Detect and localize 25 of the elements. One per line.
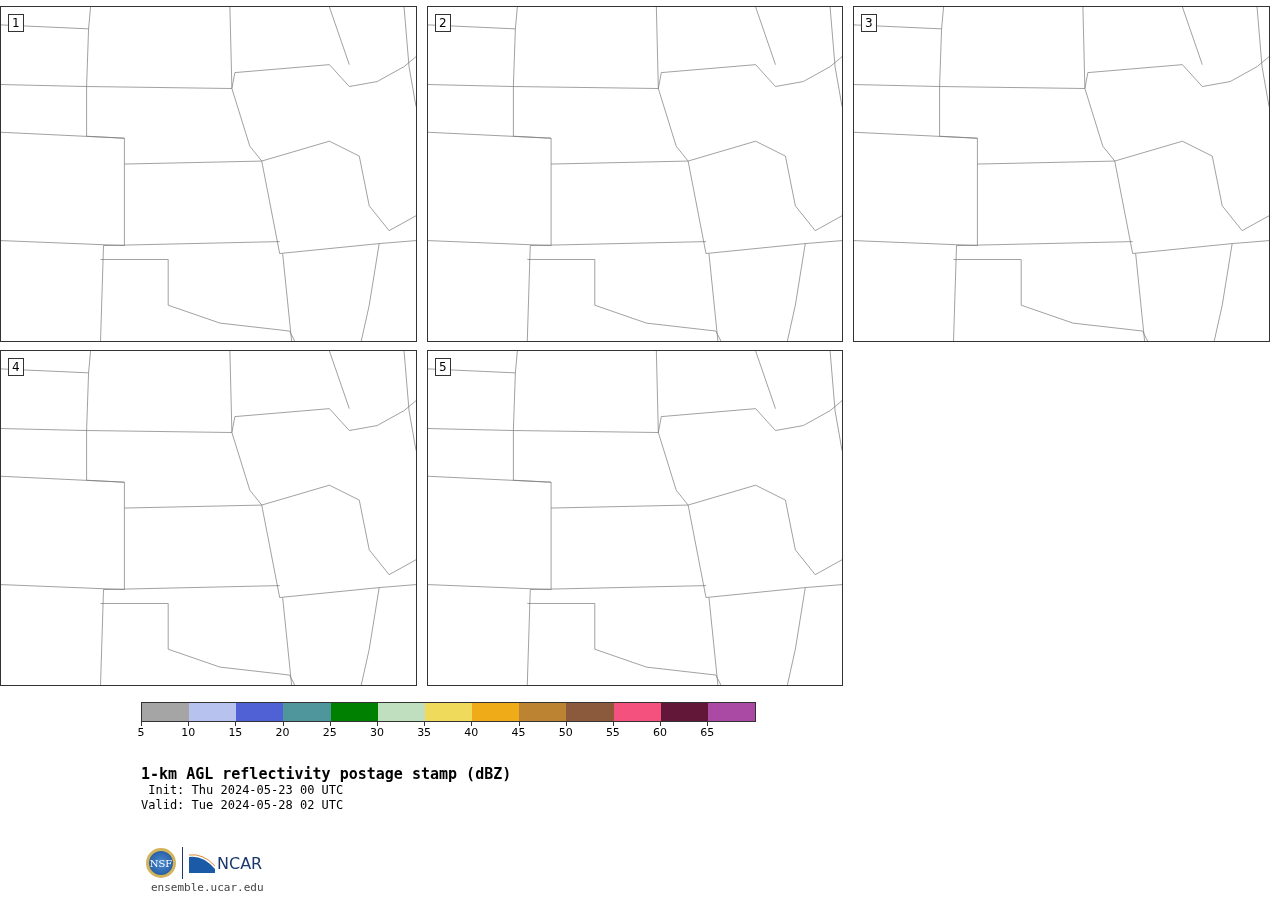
tick-label: 30 (369, 726, 384, 739)
swoosh-icon (189, 853, 215, 873)
nsf-logo: NSF (146, 848, 176, 878)
tick-label: 65 (700, 726, 715, 739)
init-time: Init: Thu 2024-05-23 00 UTC (147, 783, 345, 798)
panel-number: 4 (8, 358, 24, 376)
panel-number: 1 (8, 14, 24, 32)
tick-label: 60 (653, 726, 668, 739)
tick-label: 5 (137, 726, 145, 739)
tick-label: 15 (228, 726, 243, 739)
website-text: ensemble.ucar.edu (151, 881, 265, 894)
panel-number: 2 (435, 14, 451, 32)
tick-label: 45 (511, 726, 526, 739)
ncar-logo: NCAR (217, 853, 263, 873)
tick-label: 25 (322, 726, 337, 739)
tick-label: 10 (181, 726, 196, 739)
valid-time: Valid: Tue 2024-05-28 02 UTC (141, 798, 345, 813)
tick-label: 40 (464, 726, 479, 739)
chart-title: 1-km AGL reflectivity postage stamp (dBZ) (141, 765, 513, 783)
tick-label: 55 (605, 726, 620, 739)
tick-label: 35 (417, 726, 432, 739)
panel-number: 5 (435, 358, 451, 376)
panel-number: 3 (861, 14, 877, 32)
tick-label: 50 (558, 726, 573, 739)
tick-label: 20 (275, 726, 290, 739)
